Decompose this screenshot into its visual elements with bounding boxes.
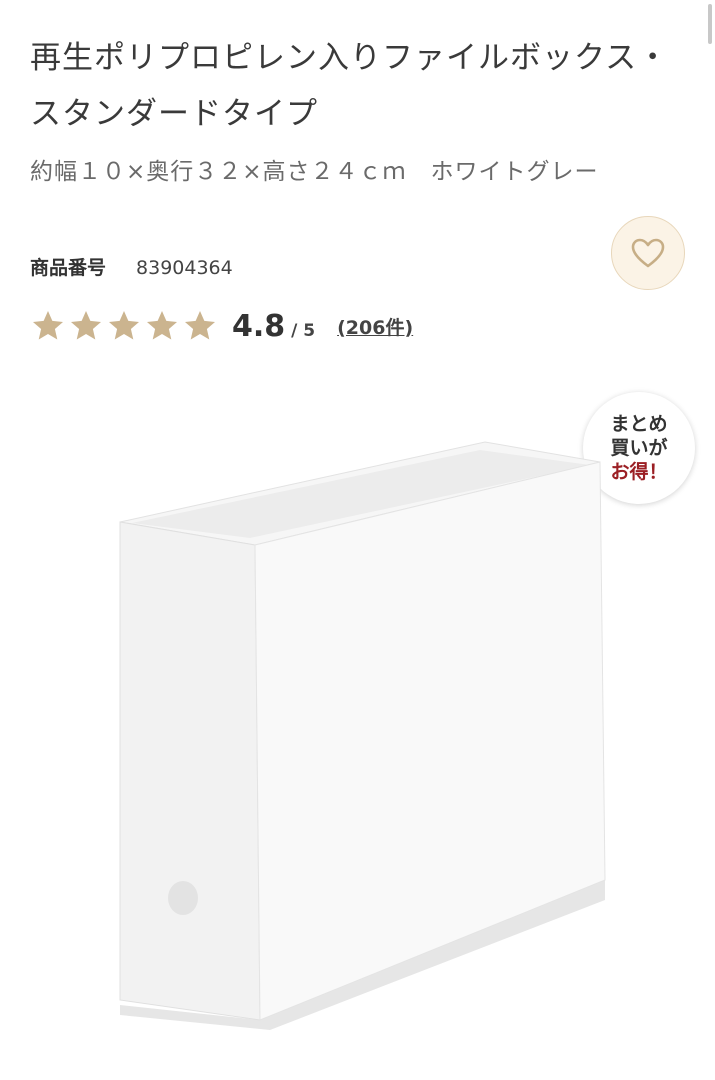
product-title: 再生ポリプロピレン入りファイルボックス・スタンダードタイプ: [30, 40, 670, 132]
star-icon: [185, 311, 215, 340]
star-icon: [71, 311, 101, 340]
badge-line-3: お得！: [610, 461, 668, 483]
heart-icon: [631, 238, 665, 268]
product-number-label: 商品番号: [30, 257, 107, 279]
badge-line-2: 買いが: [610, 437, 668, 459]
product-number: 商品番号 83904364: [30, 253, 233, 280]
rating-row: 4.8 / 5 (206件): [30, 306, 413, 346]
product-image: [119, 441, 606, 1030]
badge-line-1: まとめ: [610, 413, 668, 435]
rating-out-of: / 5: [291, 321, 316, 341]
star-icon: [147, 311, 177, 340]
star-icon: [109, 311, 139, 340]
favorite-button[interactable]: [611, 216, 685, 290]
rating-score: 4.8: [232, 308, 286, 344]
review-count-link[interactable]: (206件): [337, 313, 413, 340]
product-spec: 約幅１０×奥行３２×高さ２４ｃｍ ホワイトグレー: [30, 159, 599, 185]
product-number-value: 83904364: [136, 257, 233, 279]
rating-stars: [30, 308, 220, 344]
scrollbar-thumb[interactable]: [708, 4, 712, 44]
star-icon: [33, 311, 63, 340]
